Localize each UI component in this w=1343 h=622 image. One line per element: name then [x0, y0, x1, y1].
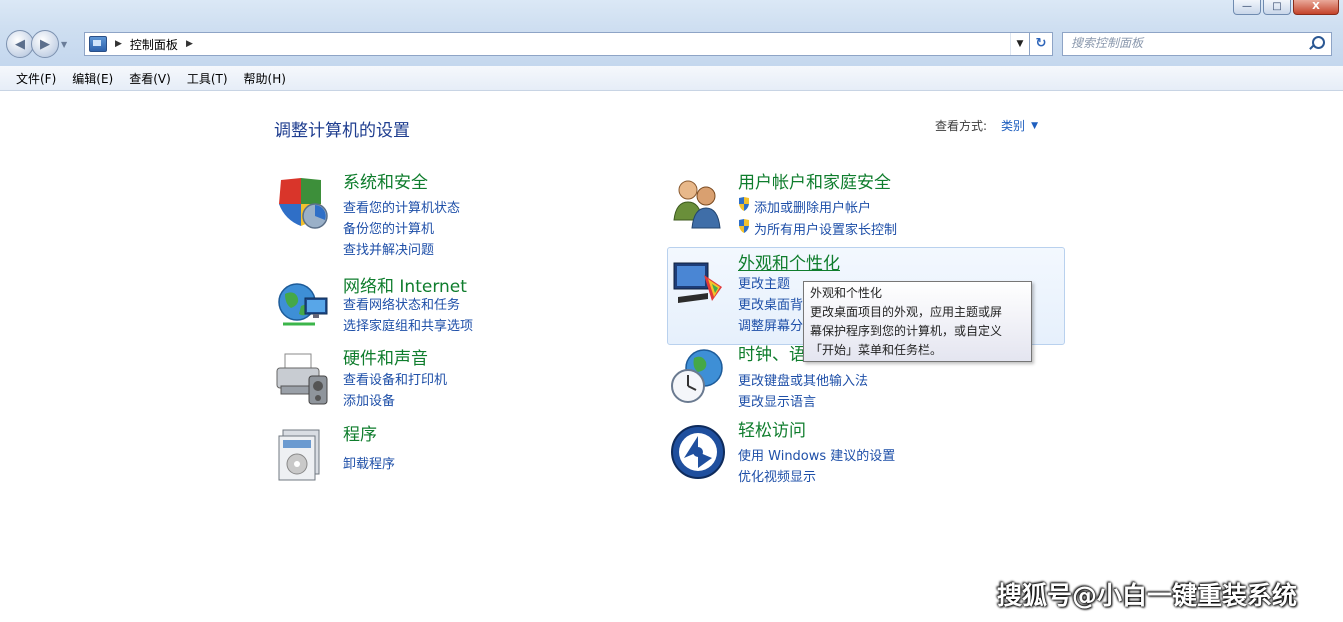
category-title[interactable]: 用户帐户和家庭安全 [738, 168, 891, 193]
clock-globe-icon[interactable] [670, 348, 726, 404]
link-change-desktop-background[interactable]: 更改桌面背 [738, 294, 803, 313]
uac-shield-icon [739, 197, 749, 211]
address-dropdown-icon[interactable]: ▼ [1010, 33, 1029, 55]
refresh-icon[interactable]: ↻ [1029, 33, 1052, 55]
link-add-device[interactable]: 添加设备 [343, 390, 395, 409]
link-backup-computer[interactable]: 备份您的计算机 [343, 218, 434, 237]
link-devices-printers[interactable]: 查看设备和打印机 [343, 369, 447, 388]
window-controls: — □ X [1233, 0, 1339, 16]
back-button[interactable]: ◀ [6, 30, 34, 58]
tooltip-line: 幕保护程序到您的计算机，或自定义 [810, 324, 1003, 338]
programs-icon[interactable] [275, 428, 331, 484]
breadcrumb-separator-icon[interactable]: ▶ [186, 39, 193, 49]
address-bar[interactable]: ▶ 控制面板 ▶ ▼ ↻ [84, 32, 1053, 56]
system-security-shield-icon[interactable] [275, 176, 331, 232]
appearance-tooltip: 外观和个性化 更改桌面项目的外观，应用主题或屏 幕保护程序到您的计算机，或自定义… [803, 281, 1032, 362]
back-arrow-icon: ◀ [15, 36, 25, 52]
close-button[interactable]: X [1293, 0, 1339, 15]
menu-file[interactable]: 文件(F) [8, 70, 64, 87]
link-parental-controls[interactable]: 为所有用户设置家长控制 [754, 219, 897, 238]
link-uninstall-program[interactable]: 卸载程序 [343, 453, 395, 472]
category-title[interactable]: 外观和个性化 [738, 249, 840, 274]
search-input[interactable] [1063, 33, 1301, 53]
menu-view[interactable]: 查看(V) [121, 70, 179, 87]
watermark: 搜狐号@小白一键重装系统 [997, 581, 1298, 610]
link-adjust-screen-resolution[interactable]: 调整屏幕分 [738, 315, 803, 334]
link-homegroup-sharing[interactable]: 选择家庭组和共享选项 [343, 315, 473, 334]
search-box[interactable] [1062, 32, 1332, 56]
breadcrumb-separator-icon[interactable]: ▶ [115, 39, 122, 49]
link-change-display-language[interactable]: 更改显示语言 [738, 391, 816, 410]
category-title[interactable]: 系统和安全 [343, 168, 428, 193]
minimize-button[interactable]: — [1233, 0, 1261, 15]
appearance-monitor-icon[interactable] [670, 257, 726, 313]
link-add-remove-accounts[interactable]: 添加或删除用户帐户 [754, 197, 871, 216]
forward-button[interactable]: ▶ [31, 30, 59, 58]
breadcrumb-control-panel[interactable]: 控制面板 [130, 36, 178, 53]
link-view-computer-status[interactable]: 查看您的计算机状态 [343, 197, 460, 216]
printer-icon[interactable] [275, 352, 331, 408]
recent-pages-dropdown-icon[interactable]: ▼ [61, 40, 67, 49]
chevron-down-icon[interactable]: ▼ [1031, 121, 1038, 131]
category-title[interactable]: 轻松访问 [738, 416, 806, 441]
tooltip-line: 外观和个性化 [810, 286, 883, 300]
search-icon[interactable] [1312, 36, 1325, 49]
link-network-status[interactable]: 查看网络状态和任务 [343, 294, 460, 313]
menu-edit[interactable]: 编辑(E) [64, 70, 121, 87]
category-title[interactable]: 时钟、语 [738, 340, 806, 365]
link-optimize-visual-display[interactable]: 优化视频显示 [738, 466, 816, 485]
uac-shield-icon [739, 219, 749, 233]
menu-bar: 文件(F) 编辑(E) 查看(V) 工具(T) 帮助(H) [0, 66, 1343, 91]
category-title[interactable]: 程序 [343, 420, 377, 445]
control-panel-icon [89, 36, 107, 52]
link-change-keyboard-input[interactable]: 更改键盘或其他输入法 [738, 370, 868, 389]
forward-arrow-icon: ▶ [40, 36, 50, 52]
link-windows-recommended-settings[interactable]: 使用 Windows 建议的设置 [738, 445, 895, 464]
tooltip-line: 更改桌面项目的外观，应用主题或屏 [810, 305, 1003, 319]
menu-help[interactable]: 帮助(H) [236, 70, 294, 87]
view-by-dropdown[interactable]: 类别 [1001, 117, 1025, 134]
network-globe-icon[interactable] [275, 280, 331, 336]
ease-of-access-icon[interactable] [670, 424, 726, 480]
maximize-button[interactable]: □ [1263, 0, 1291, 15]
navigation-buttons: ◀ ▶ ▼ [6, 30, 67, 58]
link-find-fix-problems[interactable]: 查找并解决问题 [343, 239, 434, 258]
menu-tools[interactable]: 工具(T) [179, 70, 236, 87]
category-title[interactable]: 硬件和声音 [343, 344, 428, 369]
page-title: 调整计算机的设置 [274, 121, 410, 141]
users-icon[interactable] [670, 176, 726, 232]
link-change-theme[interactable]: 更改主题 [738, 273, 790, 292]
view-by: 查看方式: 类别 ▼ [935, 117, 1038, 134]
tooltip-line: 「开始」菜单和任务栏。 [810, 343, 943, 357]
view-by-label: 查看方式: [935, 119, 988, 133]
